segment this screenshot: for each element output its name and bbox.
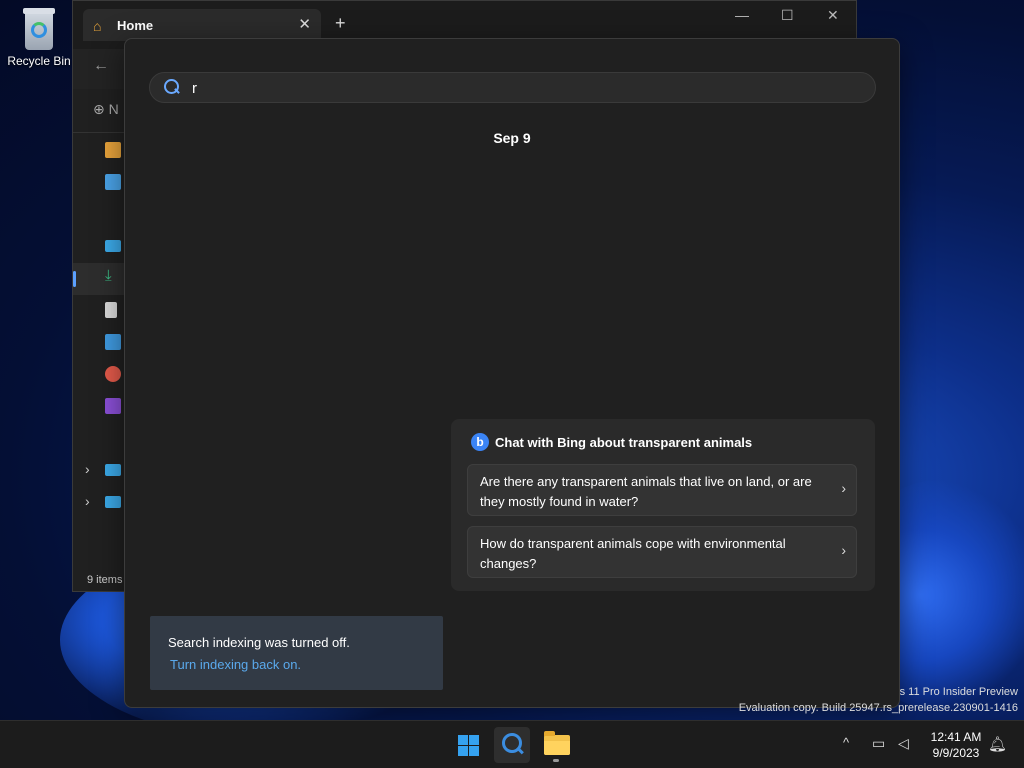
close-tab-icon[interactable]: ✕ [298, 15, 311, 33]
status-bar-count: 9 items [87, 574, 123, 586]
network-status-icon[interactable]: ▭ [872, 735, 885, 752]
maximize-button[interactable]: ☐ [781, 7, 794, 24]
show-hidden-icons-chevron[interactable]: ^ [843, 735, 849, 750]
watermark-line1: s 11 Pro Insider Preview [899, 686, 1018, 698]
clock[interactable]: 12:41 AM 9/9/2023 [926, 729, 986, 761]
indexing-message: Search indexing was turned off. [168, 635, 350, 650]
chevron-right-icon: › [841, 542, 846, 558]
videos-icon [105, 398, 121, 414]
start-button[interactable] [450, 727, 486, 763]
bing-chat-card: b Chat with Bing about transparent anima… [451, 419, 875, 591]
sidebar-item-gallery[interactable] [73, 167, 125, 199]
folder-icon [544, 731, 570, 755]
indexing-notice: Search indexing was turned off. Turn ind… [150, 616, 443, 690]
sidebar-item-this-pc[interactable]: › [73, 455, 125, 487]
turn-indexing-on-link[interactable]: Turn indexing back on. [170, 657, 301, 672]
sidebar-item-downloads[interactable]: ⤓ [73, 263, 125, 295]
search-flyout: Sep 9 b Chat with Bing about transparent… [124, 38, 900, 708]
music-icon [105, 366, 121, 382]
new-tab-button[interactable]: + [335, 13, 346, 34]
bing-chat-title[interactable]: Chat with Bing about transparent animals [495, 435, 752, 450]
chevron-right-icon[interactable]: › [85, 461, 90, 477]
clock-date: 9/9/2023 [932, 746, 980, 760]
date-heading: Sep 9 [493, 130, 531, 146]
question-text: Are there any transparent animals that l… [480, 474, 812, 509]
back-arrow-icon[interactable]: ← [93, 57, 109, 75]
watermark-line2: Evaluation copy. Build 25947.rs_prerelea… [738, 702, 1018, 714]
documents-icon [105, 302, 117, 318]
explorer-sidebar: ⤓ › › [73, 135, 125, 519]
search-icon [502, 733, 522, 753]
volume-muted-icon[interactable]: ◁ [898, 735, 909, 752]
new-button[interactable]: ⊕ N [93, 101, 119, 118]
home-icon: ⌂ [93, 18, 102, 34]
search-box[interactable] [149, 72, 876, 103]
sidebar-item-desktop[interactable] [73, 231, 125, 263]
sidebar-item-pictures[interactable] [73, 327, 125, 359]
chevron-right-icon[interactable]: › [85, 493, 90, 509]
minimize-button[interactable]: — [735, 7, 749, 23]
chevron-right-icon: › [841, 480, 846, 496]
home-icon [105, 142, 121, 158]
desktop-icon [105, 240, 121, 252]
sidebar-item-home[interactable] [73, 135, 125, 167]
sidebar-item-network[interactable]: › [73, 487, 125, 519]
tab-title: Home [117, 18, 154, 33]
question-text: How do transparent animals cope with env… [480, 536, 786, 571]
this-pc-icon [105, 464, 121, 476]
bing-question-button[interactable]: How do transparent animals cope with env… [467, 526, 857, 578]
pictures-icon [105, 334, 121, 350]
recycle-bin-icon [21, 8, 57, 50]
recycle-bin-label: Recycle Bin [7, 54, 71, 68]
running-indicator [553, 759, 559, 762]
network-icon [105, 496, 121, 508]
clock-time: 12:41 AM [930, 730, 982, 744]
sidebar-item-documents[interactable] [73, 295, 125, 327]
bing-question-button[interactable]: Are there any transparent animals that l… [467, 464, 857, 516]
gallery-icon [105, 174, 121, 190]
search-icon [164, 79, 180, 95]
notification-bell-icon[interactable]: 🔔︎ [988, 735, 1007, 753]
sidebar-item-videos[interactable] [73, 391, 125, 423]
recycle-bin-desktop-icon[interactable]: Recycle Bin [4, 6, 74, 68]
new-label: N [108, 101, 119, 117]
close-window-button[interactable]: ✕ [827, 7, 839, 24]
taskbar-search-button[interactable] [494, 727, 530, 763]
downloads-icon: ⤓ [105, 267, 112, 284]
sidebar-item-music[interactable] [73, 359, 125, 391]
windows-logo-icon [458, 735, 479, 756]
search-input[interactable] [192, 77, 852, 99]
taskbar-file-explorer[interactable] [538, 727, 574, 763]
explorer-tab-home[interactable]: ⌂ Home ✕ [83, 9, 321, 41]
taskbar: ^ ▭ ◁ 12:41 AM 9/9/2023 🔔︎ [0, 720, 1024, 768]
bing-logo-icon: b [471, 433, 489, 451]
